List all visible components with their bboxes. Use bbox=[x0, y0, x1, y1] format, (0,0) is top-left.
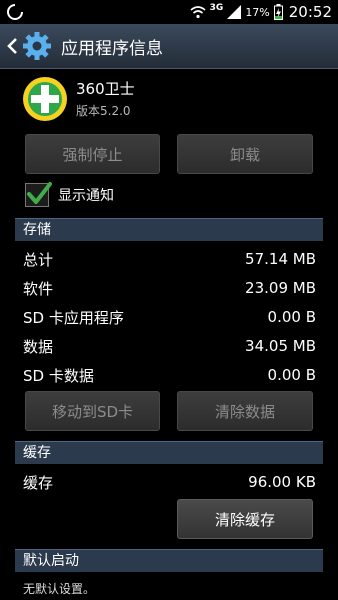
storage-row-data: 数据 34.05 MB bbox=[23, 332, 316, 360]
back-chevron-icon[interactable] bbox=[5, 36, 19, 56]
force-stop-button[interactable]: 强制停止 bbox=[25, 134, 160, 174]
cache-section-header: 缓存 bbox=[15, 441, 323, 464]
row-label: SD 卡应用程序 bbox=[23, 308, 124, 327]
row-value: 0.00 B bbox=[267, 366, 316, 384]
sync-icon bbox=[7, 4, 23, 20]
clear-cache-button[interactable]: 清除缓存 bbox=[177, 499, 313, 539]
storage-row-app: 软件 23.09 MB bbox=[23, 274, 316, 302]
page-title: 应用程序信息 bbox=[61, 38, 163, 59]
default-launch-section-header: 默认启动 bbox=[15, 549, 323, 572]
battery-charging-icon bbox=[273, 4, 283, 20]
settings-gear-icon[interactable] bbox=[21, 30, 53, 62]
storage-row-sd-app: SD 卡应用程序 0.00 B bbox=[23, 303, 316, 331]
row-value: 96.00 KB bbox=[248, 473, 316, 491]
app-name: 360卫士 bbox=[76, 80, 135, 98]
row-label: 缓存 bbox=[23, 473, 54, 492]
clock: 20:52 bbox=[288, 3, 332, 21]
show-notifications-label: 显示通知 bbox=[58, 188, 114, 204]
row-label: 数据 bbox=[23, 337, 54, 356]
storage-row-sd-data: SD 卡数据 0.00 B bbox=[23, 361, 316, 389]
clear-data-button[interactable]: 清除数据 bbox=[177, 391, 313, 431]
default-launch-text: 无默认设置。 bbox=[23, 582, 96, 596]
cache-row: 缓存 96.00 KB bbox=[23, 468, 316, 496]
network-type: 3G bbox=[209, 3, 224, 13]
uninstall-button[interactable]: 卸载 bbox=[177, 134, 313, 174]
app-icon bbox=[23, 77, 67, 121]
row-label: 软件 bbox=[23, 279, 54, 298]
checkmark-icon bbox=[27, 182, 52, 204]
row-label: SD 卡数据 bbox=[23, 366, 94, 385]
battery-percent: 17% bbox=[245, 5, 270, 19]
wifi-icon bbox=[190, 6, 206, 19]
row-value: 34.05 MB bbox=[245, 337, 316, 355]
row-label: 总计 bbox=[23, 250, 54, 269]
signal-icon bbox=[227, 5, 242, 19]
move-to-sd-button[interactable]: 移动到SD卡 bbox=[25, 391, 160, 431]
action-bar: 应用程序信息 bbox=[0, 24, 338, 69]
app-header: 360卫士 版本5.2.0 bbox=[0, 70, 338, 128]
app-version: 版本5.2.0 bbox=[76, 104, 131, 118]
show-notifications-checkbox[interactable] bbox=[25, 182, 52, 207]
storage-section-header: 存储 bbox=[15, 218, 323, 241]
status-bar: 3G 17% 20:52 bbox=[0, 0, 338, 24]
row-value: 23.09 MB bbox=[245, 279, 316, 297]
row-value: 57.14 MB bbox=[245, 250, 316, 268]
storage-row-total: 总计 57.14 MB bbox=[23, 245, 316, 273]
row-value: 0.00 B bbox=[267, 308, 316, 326]
show-notifications-row[interactable]: 显示通知 bbox=[25, 182, 114, 208]
